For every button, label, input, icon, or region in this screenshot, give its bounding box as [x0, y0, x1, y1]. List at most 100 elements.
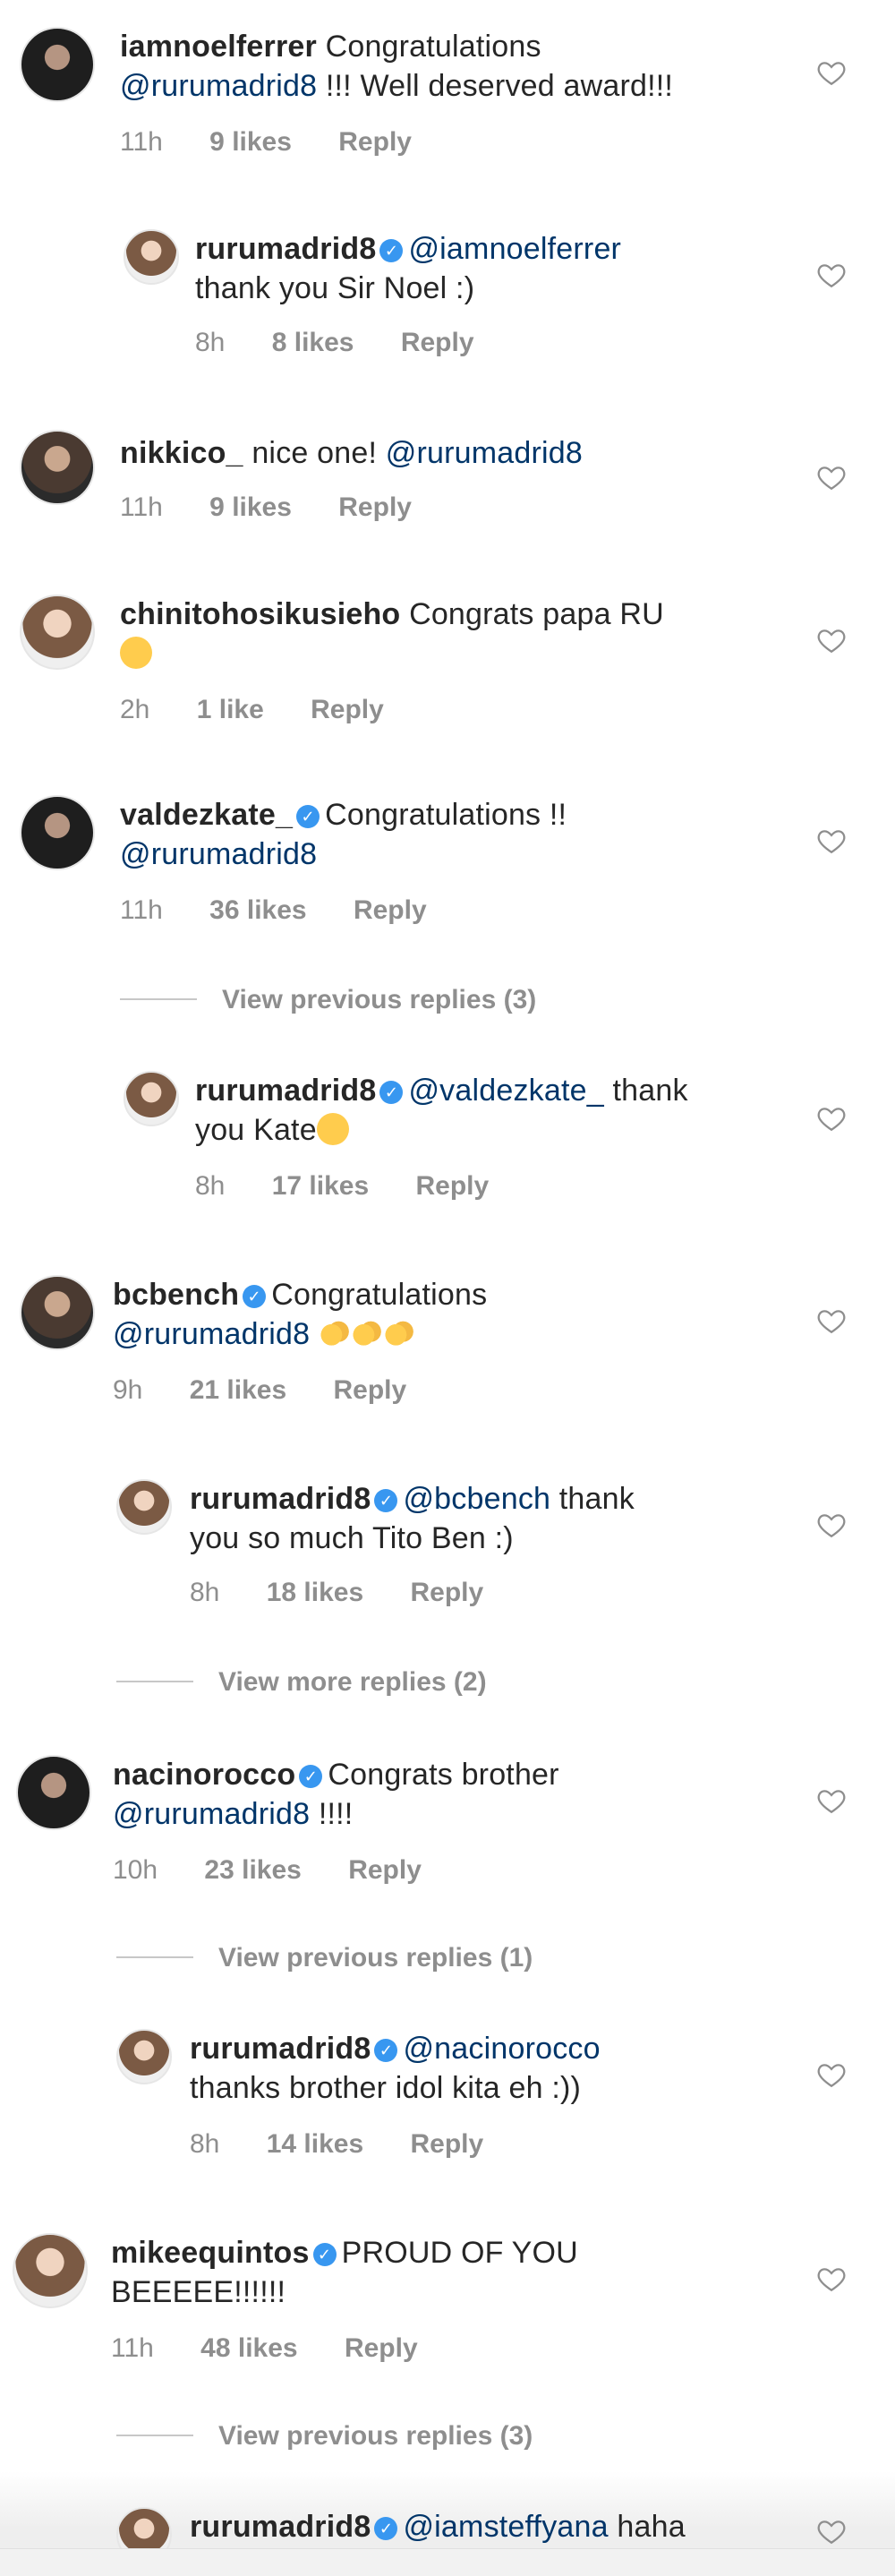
view-replies-button[interactable]: View previous replies (3) — [116, 2421, 533, 2452]
likes-count[interactable]: 1 like — [197, 695, 264, 724]
username[interactable]: valdezkate_ — [120, 798, 293, 832]
likes-count[interactable]: 9 likes — [209, 127, 292, 157]
username[interactable]: chinitohosikusieho — [120, 597, 400, 631]
mention-link[interactable]: @rurumadrid8 — [120, 69, 317, 103]
avatar[interactable] — [16, 1755, 91, 1830]
reply-button[interactable]: Reply — [411, 1578, 484, 1607]
timestamp: 11h — [120, 127, 163, 157]
timestamp: 11h — [111, 2333, 154, 2363]
heart-icon[interactable] — [816, 1305, 847, 1336]
verified-badge-icon: ✓ — [299, 1765, 323, 1788]
mention-link[interactable]: @rurumadrid8 — [113, 1317, 310, 1351]
heart-icon[interactable] — [816, 2059, 847, 2090]
mention-link[interactable]: @nacinorocco — [403, 2032, 600, 2066]
heart-icon[interactable] — [816, 2516, 847, 2546]
reply-button[interactable]: Reply — [345, 2333, 418, 2363]
avatar[interactable] — [116, 2029, 172, 2084]
avatar[interactable] — [20, 595, 95, 670]
view-replies-button[interactable]: View previous replies (3) — [120, 985, 536, 1015]
comment-text: !!! Well deserved award!!! — [317, 69, 674, 103]
username[interactable]: rurumadrid8 — [190, 1482, 371, 1516]
likes-count[interactable]: 14 likes — [267, 2129, 363, 2159]
verified-badge-icon: ✓ — [243, 1285, 267, 1308]
reply-button[interactable]: Reply — [334, 1375, 407, 1405]
verified-badge-icon: ✓ — [379, 239, 404, 262]
mention-link[interactable]: @iamnoelferrer — [408, 232, 621, 266]
reply-button[interactable]: Reply — [348, 1855, 422, 1885]
comment-text: haha — [608, 2510, 686, 2544]
reply-button[interactable]: Reply — [311, 695, 384, 724]
timestamp: 8h — [190, 1578, 220, 1607]
timestamp: 2h — [120, 695, 150, 724]
avatar[interactable] — [124, 1071, 179, 1126]
heart-icon[interactable] — [816, 260, 847, 290]
mention-link[interactable]: @iamsteffyana — [403, 2510, 608, 2544]
likes-count[interactable]: 23 likes — [204, 1855, 301, 1885]
username[interactable]: iamnoelferrer — [120, 30, 317, 64]
view-replies-label: View previous replies (3) — [218, 2421, 533, 2451]
timestamp: 8h — [190, 2129, 220, 2159]
mention-link[interactable]: @bcbench — [403, 1482, 550, 1516]
avatar[interactable] — [20, 430, 95, 505]
comment-text: Congrats papa RU — [409, 597, 664, 631]
username[interactable]: rurumadrid8 — [195, 232, 376, 266]
comment-text: nice one! — [251, 436, 378, 470]
comment-text: thank — [550, 1482, 635, 1516]
likes-count[interactable]: 18 likes — [267, 1578, 363, 1607]
likes-count[interactable]: 17 likes — [272, 1171, 369, 1201]
divider-line — [120, 998, 197, 1000]
likes-count[interactable]: 21 likes — [190, 1375, 286, 1405]
timestamp: 11h — [120, 492, 163, 522]
username[interactable]: bcbench — [113, 1278, 239, 1312]
mention-link[interactable]: @rurumadrid8 — [113, 1797, 310, 1831]
username[interactable]: nacinorocco — [113, 1758, 295, 1792]
avatar[interactable] — [124, 229, 179, 285]
reply-button[interactable]: Reply — [401, 328, 474, 357]
heart-icon[interactable] — [816, 826, 847, 856]
verified-badge-icon: ✓ — [312, 2243, 337, 2266]
reply-button[interactable]: Reply — [416, 1171, 490, 1201]
timestamp: 9h — [113, 1375, 143, 1405]
likes-count[interactable]: 48 likes — [200, 2333, 297, 2363]
comment-text: Congratulations — [271, 1278, 488, 1312]
likes-count[interactable]: 36 likes — [209, 895, 306, 925]
divider-line — [116, 1681, 193, 1682]
avatar[interactable] — [20, 1275, 95, 1350]
heart-icon[interactable] — [816, 625, 847, 655]
avatar[interactable] — [20, 795, 95, 870]
heart-icon[interactable] — [816, 1103, 847, 1134]
reply-button[interactable]: Reply — [411, 2129, 484, 2159]
avatar[interactable] — [13, 2233, 88, 2308]
comment-text: BEEEEE!!!!!! — [111, 2275, 286, 2309]
heart-icon[interactable] — [816, 462, 847, 492]
likes-count[interactable]: 9 likes — [209, 492, 292, 522]
comment-text: thank — [603, 1074, 688, 1108]
verified-badge-icon: ✓ — [374, 2039, 398, 2062]
username[interactable]: rurumadrid8 — [190, 2032, 371, 2066]
heart-icon[interactable] — [816, 1510, 847, 1540]
username[interactable]: rurumadrid8 — [195, 1074, 376, 1108]
mention-link[interactable]: @rurumadrid8 — [120, 837, 317, 871]
avatar[interactable] — [20, 27, 95, 102]
reply-button[interactable]: Reply — [354, 895, 427, 925]
mention-link[interactable]: @valdezkate_ — [408, 1074, 603, 1108]
view-replies-label: View previous replies (3) — [222, 985, 537, 1014]
comment-input-bar[interactable] — [0, 2548, 895, 2576]
username[interactable]: nikkico_ — [120, 436, 243, 470]
username[interactable]: mikeequintos — [111, 2236, 310, 2270]
heart-icon[interactable] — [816, 57, 847, 88]
clap-emoji-icon — [382, 1317, 415, 1349]
comment-text: thank you Sir Noel :) — [195, 271, 475, 305]
avatar[interactable] — [116, 1479, 172, 1535]
reply-button[interactable]: Reply — [338, 127, 412, 157]
view-replies-button[interactable]: View previous replies (1) — [116, 1943, 533, 1973]
heart-icon[interactable] — [816, 1785, 847, 1816]
likes-count[interactable]: 8 likes — [272, 328, 354, 357]
heart-icon[interactable] — [816, 2264, 847, 2294]
mention-link[interactable]: @rurumadrid8 — [386, 436, 583, 470]
reply-button[interactable]: Reply — [338, 492, 412, 522]
username[interactable]: rurumadrid8 — [190, 2510, 371, 2544]
view-replies-button[interactable]: View more replies (2) — [116, 1667, 487, 1698]
comment-text: Congrats brother — [328, 1758, 559, 1792]
divider-line — [116, 2435, 193, 2436]
